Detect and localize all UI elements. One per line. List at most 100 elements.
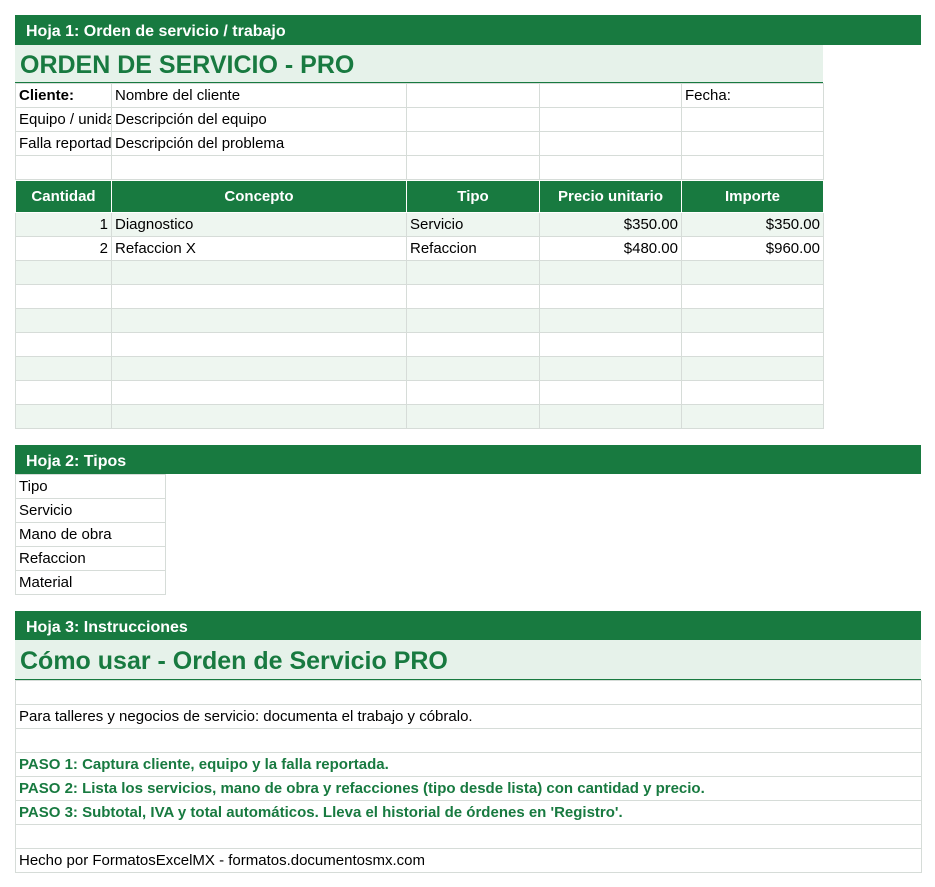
empty-cell[interactable] bbox=[406, 284, 540, 309]
empty-cell[interactable] bbox=[681, 404, 824, 429]
empty-cell[interactable] bbox=[681, 356, 824, 381]
info-cell[interactable] bbox=[539, 155, 682, 180]
info-cell[interactable] bbox=[15, 155, 112, 180]
tipo-header[interactable]: Tipo bbox=[15, 474, 166, 499]
cell-precio[interactable]: $480.00 bbox=[539, 236, 682, 261]
list-item: Refaccion bbox=[15, 546, 166, 571]
empty-cell[interactable] bbox=[111, 332, 407, 357]
cell-concepto[interactable]: Refaccion X bbox=[111, 236, 407, 261]
info-label[interactable]: Equipo / unidad: bbox=[15, 107, 112, 132]
instructions-table: Para talleres y negocios de servicio: do… bbox=[15, 680, 922, 873]
empty-cell[interactable] bbox=[15, 260, 112, 285]
instructions-intro[interactable]: Para talleres y negocios de servicio: do… bbox=[15, 704, 922, 729]
empty-cell[interactable] bbox=[681, 380, 824, 405]
info-cell[interactable] bbox=[681, 155, 824, 180]
items-header-row: Cantidad Concepto Tipo Precio unitario I… bbox=[15, 180, 824, 213]
empty-cell[interactable] bbox=[539, 284, 682, 309]
empty-cell[interactable] bbox=[539, 380, 682, 405]
cell-tipo[interactable]: Refaccion bbox=[406, 236, 540, 261]
info-cell[interactable] bbox=[681, 131, 824, 156]
empty-cell[interactable] bbox=[111, 308, 407, 333]
empty-cell[interactable] bbox=[111, 404, 407, 429]
info-cell[interactable] bbox=[539, 107, 682, 132]
empty-cell[interactable] bbox=[15, 308, 112, 333]
empty-cell[interactable] bbox=[111, 284, 407, 309]
empty-cell[interactable] bbox=[681, 284, 824, 309]
header-cantidad[interactable]: Cantidad bbox=[15, 180, 112, 213]
header-concepto[interactable]: Concepto bbox=[111, 180, 407, 213]
empty-cell[interactable] bbox=[539, 332, 682, 357]
info-cell[interactable] bbox=[406, 83, 540, 108]
info-label[interactable]: Cliente: bbox=[15, 83, 112, 108]
empty-cell[interactable] bbox=[15, 380, 112, 405]
empty-cell[interactable] bbox=[406, 260, 540, 285]
instruction-row bbox=[15, 824, 922, 849]
empty-cell[interactable] bbox=[539, 260, 682, 285]
instructions-footer[interactable]: Hecho por FormatosExcelMX - formatos.doc… bbox=[15, 848, 922, 873]
info-value[interactable]: Descripción del equipo bbox=[111, 107, 407, 132]
info-cell[interactable] bbox=[539, 83, 682, 108]
empty-cell[interactable] bbox=[539, 308, 682, 333]
tipo-item[interactable]: Servicio bbox=[15, 498, 166, 523]
items-table: Cantidad Concepto Tipo Precio unitario I… bbox=[15, 180, 824, 429]
order-info-table: Cliente: Nombre del cliente Fecha: Equip… bbox=[15, 83, 824, 180]
empty-cell[interactable] bbox=[15, 728, 922, 753]
empty-cell[interactable] bbox=[681, 332, 824, 357]
info-cell[interactable] bbox=[681, 107, 824, 132]
step-3[interactable]: PASO 3: Subtotal, IVA y total automático… bbox=[15, 800, 922, 825]
info-fecha-label[interactable]: Fecha: bbox=[681, 83, 824, 108]
info-row-equipo: Equipo / unidad: Descripción del equipo bbox=[15, 107, 824, 132]
empty-cell[interactable] bbox=[15, 680, 922, 705]
cell-cantidad[interactable]: 2 bbox=[15, 236, 112, 261]
empty-cell[interactable] bbox=[681, 260, 824, 285]
empty-cell[interactable] bbox=[15, 284, 112, 309]
empty-cell[interactable] bbox=[539, 356, 682, 381]
header-importe[interactable]: Importe bbox=[681, 180, 824, 213]
empty-cell[interactable] bbox=[406, 404, 540, 429]
empty-cell[interactable] bbox=[15, 332, 112, 357]
instruction-row bbox=[15, 680, 922, 705]
table-row: 1 Diagnostico Servicio $350.00 $350.00 bbox=[15, 212, 824, 237]
empty-cell[interactable] bbox=[406, 380, 540, 405]
tipo-item[interactable]: Refaccion bbox=[15, 546, 166, 571]
empty-cell[interactable] bbox=[111, 380, 407, 405]
table-row bbox=[15, 380, 824, 405]
info-cell[interactable] bbox=[406, 107, 540, 132]
cell-tipo[interactable]: Servicio bbox=[406, 212, 540, 237]
cell-cantidad[interactable]: 1 bbox=[15, 212, 112, 237]
info-value[interactable]: Descripción del problema bbox=[111, 131, 407, 156]
empty-cell[interactable] bbox=[406, 356, 540, 381]
sheet1-band: Hoja 1: Orden de servicio / trabajo bbox=[15, 15, 921, 45]
header-tipo[interactable]: Tipo bbox=[406, 180, 540, 213]
empty-cell[interactable] bbox=[15, 356, 112, 381]
tipo-item[interactable]: Material bbox=[15, 570, 166, 595]
cell-concepto[interactable]: Diagnostico bbox=[111, 212, 407, 237]
empty-cell[interactable] bbox=[111, 356, 407, 381]
step-1[interactable]: PASO 1: Captura cliente, equipo y la fal… bbox=[15, 752, 922, 777]
cell-importe[interactable]: $350.00 bbox=[681, 212, 824, 237]
tipo-item[interactable]: Mano de obra bbox=[15, 522, 166, 547]
info-cell[interactable] bbox=[539, 131, 682, 156]
step-2[interactable]: PASO 2: Lista los servicios, mano de obr… bbox=[15, 776, 922, 801]
list-item: Mano de obra bbox=[15, 522, 166, 547]
instruction-row: PASO 3: Subtotal, IVA y total automático… bbox=[15, 800, 922, 825]
instruction-row bbox=[15, 728, 922, 753]
cell-precio[interactable]: $350.00 bbox=[539, 212, 682, 237]
empty-cell[interactable] bbox=[15, 824, 922, 849]
empty-cell[interactable] bbox=[15, 404, 112, 429]
cell-importe[interactable]: $960.00 bbox=[681, 236, 824, 261]
empty-cell[interactable] bbox=[539, 404, 682, 429]
info-value[interactable]: Nombre del cliente bbox=[111, 83, 407, 108]
info-cell[interactable] bbox=[406, 131, 540, 156]
info-cell[interactable] bbox=[406, 155, 540, 180]
empty-cell[interactable] bbox=[681, 308, 824, 333]
list-item: Tipo bbox=[15, 474, 166, 499]
header-precio[interactable]: Precio unitario bbox=[539, 180, 682, 213]
info-label[interactable]: Falla reportada: bbox=[15, 131, 112, 156]
tipos-table: Tipo Servicio Mano de obra Refaccion Mat… bbox=[15, 474, 166, 595]
empty-cell[interactable] bbox=[111, 260, 407, 285]
list-item: Material bbox=[15, 570, 166, 595]
empty-cell[interactable] bbox=[406, 332, 540, 357]
info-cell[interactable] bbox=[111, 155, 407, 180]
empty-cell[interactable] bbox=[406, 308, 540, 333]
